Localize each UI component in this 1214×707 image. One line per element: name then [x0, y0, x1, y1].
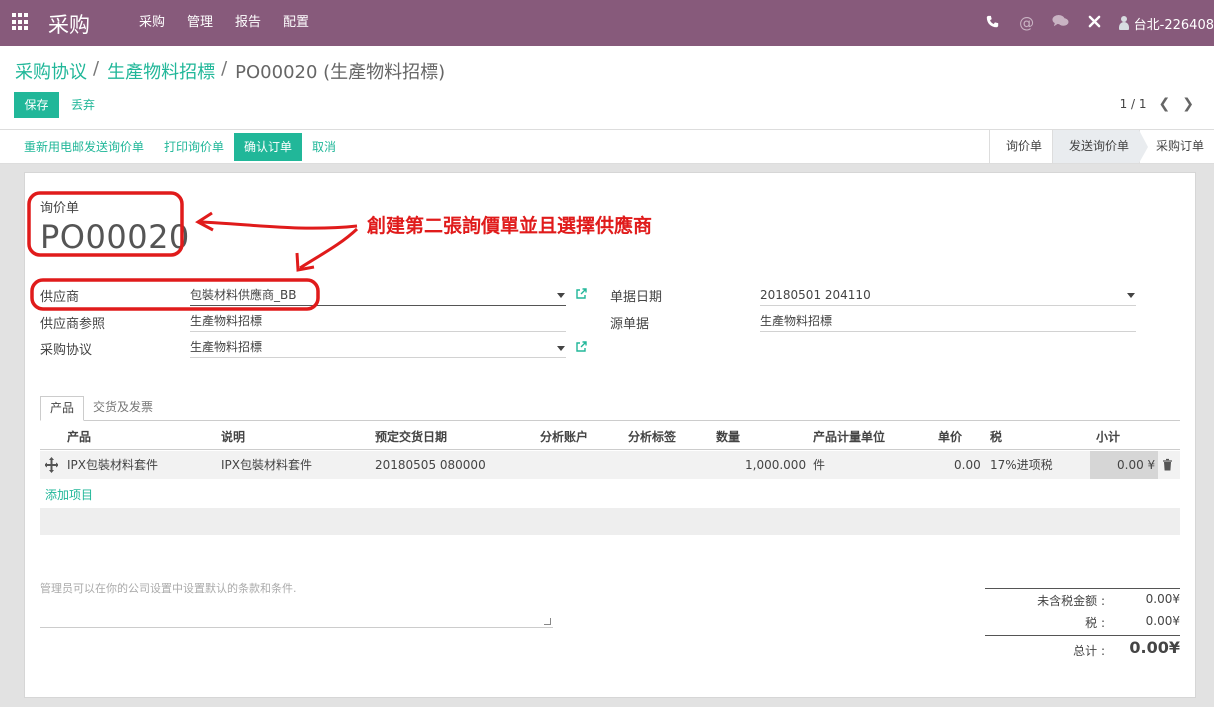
order-date-field[interactable]: 20180501 204110 [760, 284, 1136, 306]
systray: @ 台北-226408 [976, 0, 1214, 46]
pager-previous-icon[interactable]: ❮ [1159, 96, 1171, 112]
terms-notes-field[interactable]: 管理员可以在你的公司设置中设置默认的条款和条件. [40, 580, 553, 628]
order-date-value: 20180501 204110 [760, 288, 871, 302]
top-navbar: 采购 采购 管理 报告 配置 @ 台北-226408 [0, 0, 1214, 46]
annotation-text: 創建第二張詢價單並且選擇供應商 [367, 215, 653, 237]
column-header-uom[interactable]: 产品计量单位 [813, 424, 885, 450]
drag-handle-icon[interactable] [44, 451, 59, 489]
purchase-agreement-value: 生產物料招標 [190, 340, 263, 354]
column-header-quantity[interactable]: 数量 [716, 424, 740, 450]
form-statusbar: 重新用电邮发送询价单 打印询价单 确认订单 取消 询价单 发送询价单 采购订单 [0, 129, 1214, 164]
vendor-label: 供应商 [40, 290, 80, 305]
menu-item-configuration[interactable]: 配置 [272, 0, 320, 46]
pager: 1 / 1 ❮ ❯ [1120, 96, 1194, 112]
avatar [1118, 16, 1130, 30]
stage-rfq[interactable]: 询价单 [988, 130, 1052, 163]
cell-unit-price: 0.00 [954, 458, 981, 472]
breadcrumb-current: PO00020 (生產物料招標) [235, 62, 446, 83]
phone-icon[interactable] [976, 14, 1010, 32]
add-line-link[interactable]: 添加项目 [45, 486, 93, 503]
vendor-external-link-icon[interactable] [575, 288, 587, 300]
menu-item-reports[interactable]: 报告 [224, 0, 272, 46]
terms-placeholder: 管理员可以在你的公司设置中设置默认的条款和条件. [40, 582, 297, 595]
column-header-analytic-tags[interactable]: 分析标签 [628, 424, 676, 450]
purchase-agreement-external-link-icon[interactable] [575, 341, 587, 353]
totals-divider [985, 635, 1180, 636]
column-header-unit-price[interactable]: 单价 [938, 424, 962, 450]
print-rfq-button[interactable]: 打印询价单 [154, 133, 234, 161]
resize-grip-icon[interactable] [544, 618, 551, 625]
status-stages: 询价单 发送询价单 采购订单 [988, 130, 1214, 163]
apps-grid-icon[interactable] [12, 13, 30, 31]
confirm-order-button[interactable]: 确认订单 [234, 133, 303, 161]
stage-rfq-sent[interactable]: 发送询价单 [1051, 130, 1149, 163]
cell-taxes: 17%进项税 [990, 458, 1053, 472]
menu-item-manage[interactable]: 管理 [176, 0, 224, 46]
vendor-value: 包裝材料供應商_BB [190, 288, 297, 302]
top-menu: 采购 管理 报告 配置 [128, 0, 320, 46]
vendor-reference-label: 供应商参照 [40, 317, 106, 332]
pager-value[interactable]: 1 / 1 [1120, 97, 1147, 111]
column-header-description[interactable]: 说明 [221, 424, 245, 450]
cell-scheduled-date: 20180505 080000 [375, 458, 486, 472]
order-lines-header: 产品 说明 预定交货日期 分析账户 分析标签 数量 产品计量单位 单价 税 小计 [40, 424, 1180, 450]
stage-purchase-order[interactable]: 采购订单 [1138, 130, 1214, 163]
breadcrumb-item-tender[interactable]: 生產物料招標 [107, 58, 215, 84]
order-date-label: 单据日期 [610, 290, 663, 305]
table-row[interactable]: IPX包裝材料套件 IPX包裝材料套件 20180505 080000 1,00… [40, 451, 1180, 479]
vendor-field[interactable]: 包裝材料供應商_BB [190, 284, 566, 306]
trash-icon[interactable] [1162, 451, 1173, 489]
untaxed-amount-value: 0.00¥ [1145, 592, 1180, 606]
breadcrumb: 采购协议 / 生產物料招標 / PO00020 (生產物料招標) [15, 58, 445, 84]
column-header-scheduled-date[interactable]: 预定交货日期 [375, 424, 447, 450]
close-tools-icon[interactable] [1078, 14, 1112, 32]
column-header-product[interactable]: 产品 [67, 424, 91, 450]
vendor-reference-field[interactable]: 生產物料招標 [190, 310, 566, 332]
untaxed-amount-label: 未含税金额 : [1037, 594, 1105, 608]
at-icon[interactable]: @ [1010, 14, 1044, 32]
totals-divider [985, 588, 1180, 589]
cell-description: IPX包裝材料套件 [221, 458, 312, 472]
source-document-label: 源单据 [610, 317, 650, 332]
breadcrumb-item-agreements[interactable]: 采购协议 [15, 58, 87, 84]
source-document-field[interactable]: 生產物料招標 [760, 310, 1136, 332]
document-type-label: 询价单 [40, 201, 80, 216]
tab-delivery-invoices[interactable]: 交货及发票 [84, 396, 162, 420]
vendor-reference-value: 生產物料招標 [190, 314, 263, 328]
save-button[interactable]: 保存 [14, 92, 59, 118]
menu-item-purchase[interactable]: 采购 [128, 0, 176, 46]
vendor-dropdown-icon[interactable] [557, 293, 565, 298]
notebook-tabs: 产品 交货及发票 [40, 396, 1180, 421]
breadcrumb-separator: / [93, 58, 100, 79]
cancel-button[interactable]: 取消 [302, 133, 346, 161]
user-name: 台北-226408 [1133, 17, 1214, 33]
chat-icon[interactable] [1044, 14, 1078, 32]
column-header-subtotal[interactable]: 小计 [1096, 424, 1120, 450]
user-menu[interactable]: 台北-226408 [1112, 14, 1214, 33]
source-document-value: 生產物料招標 [760, 314, 833, 328]
column-header-taxes[interactable]: 税 [990, 424, 1002, 450]
total-amount-value: 0.00¥ [1129, 638, 1180, 657]
cell-subtotal: 0.00 ¥ [1117, 458, 1156, 472]
app-title: 采购 [48, 13, 90, 37]
discard-button[interactable]: 丢弃 [71, 92, 95, 118]
tax-amount-label: 税 : [1085, 616, 1105, 630]
resend-rfq-button[interactable]: 重新用电邮发送询价单 [14, 133, 154, 161]
breadcrumb-separator: / [221, 58, 228, 79]
document-number: PO00020 [40, 218, 190, 256]
tax-amount-value: 0.00¥ [1145, 614, 1180, 628]
header-buttons: 重新用电邮发送询价单 打印询价单 确认订单 取消 [14, 133, 346, 161]
empty-table-row [40, 508, 1180, 535]
order-date-dropdown-icon[interactable] [1127, 293, 1135, 298]
total-amount-label: 总计 : [1073, 644, 1105, 658]
cell-uom: 件 [813, 458, 826, 472]
purchase-agreement-field[interactable]: 生產物料招標 [190, 336, 566, 358]
purchase-agreement-label: 采购协议 [40, 343, 93, 358]
column-header-analytic-account[interactable]: 分析账户 [540, 424, 588, 450]
tab-products[interactable]: 产品 [40, 396, 85, 421]
purchase-agreement-dropdown-icon[interactable] [557, 346, 565, 351]
cell-quantity: 1,000.000 [745, 458, 807, 472]
pager-next-icon[interactable]: ❯ [1182, 96, 1194, 112]
cell-product: IPX包裝材料套件 [67, 458, 158, 472]
